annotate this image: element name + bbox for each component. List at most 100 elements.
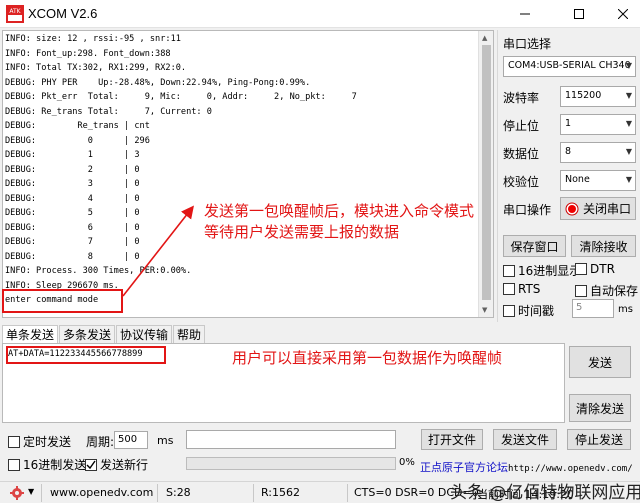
scroll-down-icon[interactable]: ▼ bbox=[482, 306, 487, 314]
port-status-icon bbox=[565, 202, 579, 215]
send-tabs: 单条发送 多条发送 协议传输 帮助 bbox=[2, 325, 206, 343]
received-count: R:1562 bbox=[261, 486, 301, 499]
receive-line: DEBUG: Re_trans | cnt bbox=[5, 121, 150, 131]
checkbox-box[interactable] bbox=[575, 284, 587, 297]
receive-line: DEBUG: 2 | 0 bbox=[5, 164, 140, 175]
send-progress-bar bbox=[186, 457, 396, 470]
newline-checkbox[interactable]: 发送新行 bbox=[85, 456, 148, 473]
data-bits-select[interactable]: 8 ▼ bbox=[560, 142, 636, 163]
data-bits-label: 数据位 bbox=[503, 147, 540, 161]
close-port-button[interactable]: 关闭串口 bbox=[560, 197, 636, 220]
dtr-label: DTR bbox=[590, 262, 615, 276]
annotation-line-1: 发送第一包唤醒帧后，模块进入命令模式 bbox=[204, 202, 475, 220]
maximize-icon bbox=[574, 9, 584, 19]
timestamp-label: 时间戳 bbox=[518, 304, 555, 318]
stop-send-button[interactable]: 停止发送 bbox=[567, 429, 631, 450]
website-url[interactable]: www.openedv.com bbox=[50, 486, 153, 499]
hex-send-label: 16进制发送 bbox=[23, 458, 87, 472]
period-input[interactable]: 500 bbox=[114, 431, 148, 449]
scrollbar-thumb[interactable] bbox=[482, 45, 491, 300]
minimize-icon bbox=[520, 13, 530, 15]
checkbox-box[interactable] bbox=[503, 264, 515, 277]
open-file-label: 打开文件 bbox=[427, 433, 476, 447]
chevron-down-icon: ▼ bbox=[625, 147, 632, 156]
checkbox-box[interactable] bbox=[575, 263, 587, 275]
open-file-button[interactable]: 打开文件 bbox=[421, 429, 483, 450]
port-select-label: 串口选择 bbox=[503, 37, 552, 51]
receive-line: DEBUG: Pkt_err Total: 9, Mic: 0, Addr: 2… bbox=[5, 92, 357, 102]
progress-text: 0% bbox=[399, 457, 415, 468]
timestamp-checkbox[interactable]: 时间戳 bbox=[503, 302, 554, 319]
receive-area[interactable]: INFO: size: 12 , rssi:-95 , snr:11 INFO: … bbox=[2, 30, 494, 318]
baud-value: 115200 bbox=[565, 90, 602, 101]
app-logo-icon: ATK bbox=[6, 5, 24, 23]
hex-display-checkbox[interactable]: 16进制显示 bbox=[503, 262, 581, 279]
checkbox-box[interactable] bbox=[503, 283, 515, 295]
checkbox-box[interactable] bbox=[85, 458, 97, 471]
stop-bits-label: 停止位 bbox=[503, 119, 540, 133]
baud-select[interactable]: 115200 ▼ bbox=[560, 86, 636, 107]
clear-send-button[interactable]: 清除发送 bbox=[569, 394, 631, 422]
window-title: XCOM V2.6 bbox=[28, 6, 98, 21]
checkbox-box[interactable] bbox=[8, 435, 20, 448]
clear-receive-label: 清除接收 bbox=[579, 239, 628, 254]
app-logo-text: ATK bbox=[9, 8, 21, 15]
timestamp-input[interactable]: 5 bbox=[572, 299, 614, 318]
data-bits-value: 8 bbox=[565, 146, 572, 157]
status-separator bbox=[41, 484, 42, 502]
rts-checkbox[interactable]: RTS bbox=[503, 282, 540, 296]
stop-bits-select[interactable]: 1 ▼ bbox=[560, 114, 636, 135]
period-unit: ms bbox=[157, 434, 174, 447]
receive-text: INFO: size: 12 , rssi:-95 , snr:11 INFO: … bbox=[5, 32, 357, 308]
close-icon bbox=[618, 9, 628, 19]
sent-count: S:28 bbox=[166, 486, 191, 499]
hex-display-label: 16进制显示 bbox=[518, 264, 582, 278]
close-button[interactable] bbox=[600, 0, 640, 28]
file-path-input[interactable] bbox=[186, 430, 396, 449]
chevron-down-icon: ▼ bbox=[625, 119, 632, 128]
scroll-up-icon[interactable]: ▲ bbox=[482, 34, 487, 42]
send-file-button[interactable]: 发送文件 bbox=[493, 429, 557, 450]
timestamp-unit: ms bbox=[618, 304, 633, 315]
send-button[interactable]: 发送 bbox=[569, 346, 631, 378]
auto-save-label: 自动保存 bbox=[590, 284, 639, 298]
receive-line: INFO: Process. 300 Times, PER:0.00%. bbox=[5, 266, 192, 276]
forum-link[interactable]: 正点原子官方论坛http://www.openedv.com/ bbox=[420, 459, 633, 475]
dtr-checkbox[interactable]: DTR bbox=[575, 262, 615, 276]
receive-line: INFO: size: 12 , rssi:-95 , snr:11 bbox=[5, 34, 181, 44]
period-label: 周期: bbox=[86, 435, 115, 449]
stop-bits-value: 1 bbox=[565, 118, 572, 129]
clear-receive-button[interactable]: 清除接收 bbox=[571, 235, 636, 257]
chevron-down-icon[interactable]: ▼ bbox=[28, 487, 34, 496]
auto-save-checkbox[interactable]: 自动保存 bbox=[575, 282, 638, 299]
receive-scrollbar[interactable]: ▲ ▼ bbox=[478, 31, 493, 317]
status-separator bbox=[157, 484, 158, 502]
close-port-label: 关闭串口 bbox=[582, 202, 631, 216]
minimize-button[interactable] bbox=[502, 0, 548, 28]
timed-send-checkbox[interactable]: 定时发送 bbox=[8, 433, 71, 450]
receive-line: DEBUG: 1 | 3 bbox=[5, 150, 140, 160]
port-select[interactable]: COM4:USB-SERIAL CH340 ▼ bbox=[503, 56, 636, 77]
tab-single-send[interactable]: 单条发送 bbox=[2, 325, 59, 343]
forum-link-label: 正点原子官方论坛 bbox=[420, 461, 508, 474]
save-window-button[interactable]: 保存窗口 bbox=[503, 235, 566, 257]
maximize-button[interactable] bbox=[556, 0, 602, 28]
tab-protocol[interactable]: 协议传输 bbox=[116, 325, 173, 343]
tab-help[interactable]: 帮助 bbox=[173, 325, 206, 343]
rts-label: RTS bbox=[518, 282, 541, 296]
checkbox-box[interactable] bbox=[503, 304, 515, 317]
hex-send-checkbox[interactable]: 16进制发送 bbox=[8, 456, 86, 473]
parity-label: 校验位 bbox=[503, 175, 540, 189]
stop-send-label: 停止发送 bbox=[574, 433, 623, 447]
send-text-highlight bbox=[6, 346, 166, 364]
gear-icon[interactable] bbox=[10, 486, 24, 500]
tab-multi-send[interactable]: 多条发送 bbox=[59, 325, 116, 343]
send-annotation: 用户可以直接采用第一包数据作为唤醒帧 bbox=[232, 349, 503, 367]
parity-select[interactable]: None ▼ bbox=[560, 170, 636, 191]
chevron-down-icon: ▼ bbox=[625, 61, 632, 70]
port-operation-label: 串口操作 bbox=[503, 203, 552, 217]
receive-line: DEBUG: PHY PER Up:-28.48%, Down:22.94%, … bbox=[5, 77, 311, 88]
checkbox-box[interactable] bbox=[8, 458, 20, 471]
receive-line: INFO: Font_up:298. Font_down:388 bbox=[5, 48, 171, 59]
status-separator bbox=[253, 484, 254, 502]
